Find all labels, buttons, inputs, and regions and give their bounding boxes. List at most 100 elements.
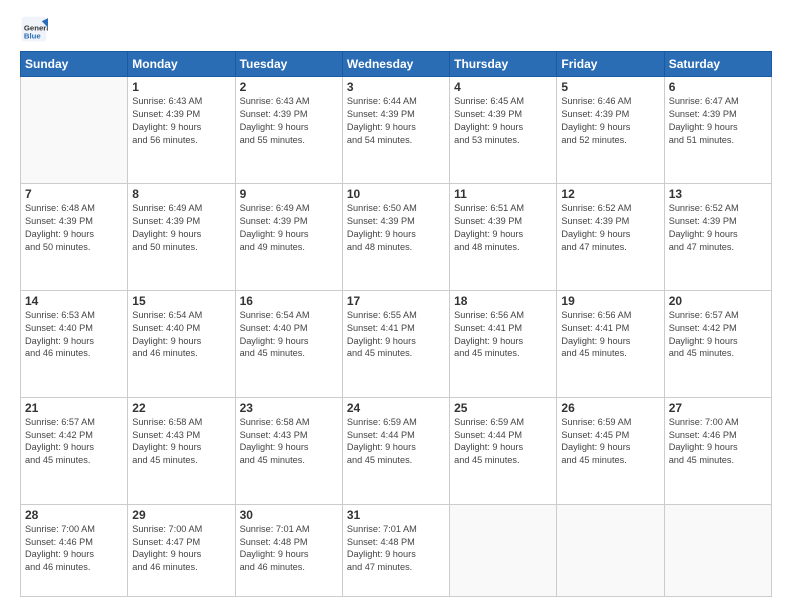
- daylight-hours: Daylight: 9 hours: [669, 228, 767, 241]
- daylight-minutes: and 48 minutes.: [347, 241, 445, 254]
- day-number: 18: [454, 294, 552, 308]
- logo-icon: General Blue: [20, 15, 48, 43]
- sunset-text: Sunset: 4:42 PM: [25, 429, 123, 442]
- day-number: 6: [669, 80, 767, 94]
- daylight-hours: Daylight: 9 hours: [669, 335, 767, 348]
- daylight-hours: Daylight: 9 hours: [561, 335, 659, 348]
- sunrise-text: Sunrise: 6:59 AM: [347, 416, 445, 429]
- weekday-header-saturday: Saturday: [664, 52, 771, 77]
- daylight-minutes: and 47 minutes.: [561, 241, 659, 254]
- day-number: 30: [240, 508, 338, 522]
- daylight-minutes: and 45 minutes.: [240, 454, 338, 467]
- daylight-hours: Daylight: 9 hours: [347, 548, 445, 561]
- sunset-text: Sunset: 4:42 PM: [669, 322, 767, 335]
- calendar-cell: 1Sunrise: 6:43 AMSunset: 4:39 PMDaylight…: [128, 77, 235, 184]
- sunset-text: Sunset: 4:39 PM: [669, 108, 767, 121]
- day-number: 22: [132, 401, 230, 415]
- sunrise-text: Sunrise: 6:53 AM: [25, 309, 123, 322]
- sunrise-text: Sunrise: 6:57 AM: [25, 416, 123, 429]
- calendar-cell: 21Sunrise: 6:57 AMSunset: 4:42 PMDayligh…: [21, 397, 128, 504]
- sunrise-text: Sunrise: 7:00 AM: [669, 416, 767, 429]
- daylight-hours: Daylight: 9 hours: [132, 335, 230, 348]
- sunset-text: Sunset: 4:43 PM: [132, 429, 230, 442]
- daylight-hours: Daylight: 9 hours: [25, 228, 123, 241]
- sunrise-text: Sunrise: 6:59 AM: [454, 416, 552, 429]
- daylight-minutes: and 45 minutes.: [561, 347, 659, 360]
- daylight-minutes: and 45 minutes.: [669, 454, 767, 467]
- sunrise-text: Sunrise: 6:57 AM: [669, 309, 767, 322]
- sunset-text: Sunset: 4:40 PM: [240, 322, 338, 335]
- calendar-cell: 27Sunrise: 7:00 AMSunset: 4:46 PMDayligh…: [664, 397, 771, 504]
- calendar-cell: 13Sunrise: 6:52 AMSunset: 4:39 PMDayligh…: [664, 183, 771, 290]
- sunrise-text: Sunrise: 6:55 AM: [347, 309, 445, 322]
- calendar-cell: 12Sunrise: 6:52 AMSunset: 4:39 PMDayligh…: [557, 183, 664, 290]
- daylight-minutes: and 45 minutes.: [454, 347, 552, 360]
- day-number: 29: [132, 508, 230, 522]
- calendar-cell: 25Sunrise: 6:59 AMSunset: 4:44 PMDayligh…: [450, 397, 557, 504]
- calendar-cell: 10Sunrise: 6:50 AMSunset: 4:39 PMDayligh…: [342, 183, 449, 290]
- day-number: 23: [240, 401, 338, 415]
- sunset-text: Sunset: 4:39 PM: [240, 108, 338, 121]
- sunset-text: Sunset: 4:39 PM: [132, 108, 230, 121]
- daylight-hours: Daylight: 9 hours: [347, 228, 445, 241]
- calendar-table: SundayMondayTuesdayWednesdayThursdayFrid…: [20, 51, 772, 597]
- sunrise-text: Sunrise: 7:00 AM: [132, 523, 230, 536]
- sunset-text: Sunset: 4:41 PM: [347, 322, 445, 335]
- calendar-cell: 19Sunrise: 6:56 AMSunset: 4:41 PMDayligh…: [557, 290, 664, 397]
- day-number: 12: [561, 187, 659, 201]
- day-number: 4: [454, 80, 552, 94]
- day-number: 17: [347, 294, 445, 308]
- sunset-text: Sunset: 4:39 PM: [347, 215, 445, 228]
- sunset-text: Sunset: 4:47 PM: [132, 536, 230, 549]
- daylight-hours: Daylight: 9 hours: [454, 121, 552, 134]
- sunrise-text: Sunrise: 7:01 AM: [240, 523, 338, 536]
- sunset-text: Sunset: 4:39 PM: [454, 108, 552, 121]
- daylight-hours: Daylight: 9 hours: [454, 228, 552, 241]
- sunrise-text: Sunrise: 7:01 AM: [347, 523, 445, 536]
- sunrise-text: Sunrise: 6:52 AM: [561, 202, 659, 215]
- sunrise-text: Sunrise: 6:48 AM: [25, 202, 123, 215]
- weekday-header-tuesday: Tuesday: [235, 52, 342, 77]
- day-number: 27: [669, 401, 767, 415]
- calendar-cell: [450, 504, 557, 596]
- sunrise-text: Sunrise: 6:51 AM: [454, 202, 552, 215]
- daylight-minutes: and 46 minutes.: [25, 347, 123, 360]
- daylight-hours: Daylight: 9 hours: [240, 441, 338, 454]
- weekday-header-thursday: Thursday: [450, 52, 557, 77]
- day-number: 10: [347, 187, 445, 201]
- calendar-cell: 2Sunrise: 6:43 AMSunset: 4:39 PMDaylight…: [235, 77, 342, 184]
- sunrise-text: Sunrise: 6:54 AM: [240, 309, 338, 322]
- weekday-header-friday: Friday: [557, 52, 664, 77]
- sunrise-text: Sunrise: 6:54 AM: [132, 309, 230, 322]
- daylight-hours: Daylight: 9 hours: [25, 441, 123, 454]
- sunrise-text: Sunrise: 6:52 AM: [669, 202, 767, 215]
- sunset-text: Sunset: 4:46 PM: [669, 429, 767, 442]
- calendar-cell: 16Sunrise: 6:54 AMSunset: 4:40 PMDayligh…: [235, 290, 342, 397]
- sunrise-text: Sunrise: 6:43 AM: [240, 95, 338, 108]
- day-number: 26: [561, 401, 659, 415]
- sunset-text: Sunset: 4:39 PM: [454, 215, 552, 228]
- calendar-cell: 23Sunrise: 6:58 AMSunset: 4:43 PMDayligh…: [235, 397, 342, 504]
- weekday-header-sunday: Sunday: [21, 52, 128, 77]
- sunset-text: Sunset: 4:39 PM: [561, 108, 659, 121]
- day-number: 11: [454, 187, 552, 201]
- page: General Blue SundayMondayTuesdayWednesda…: [0, 0, 792, 612]
- day-number: 20: [669, 294, 767, 308]
- daylight-minutes: and 45 minutes.: [132, 454, 230, 467]
- daylight-hours: Daylight: 9 hours: [561, 441, 659, 454]
- calendar-cell: 15Sunrise: 6:54 AMSunset: 4:40 PMDayligh…: [128, 290, 235, 397]
- daylight-hours: Daylight: 9 hours: [561, 228, 659, 241]
- daylight-minutes: and 55 minutes.: [240, 134, 338, 147]
- daylight-hours: Daylight: 9 hours: [132, 228, 230, 241]
- sunrise-text: Sunrise: 6:50 AM: [347, 202, 445, 215]
- sunrise-text: Sunrise: 6:49 AM: [132, 202, 230, 215]
- daylight-hours: Daylight: 9 hours: [132, 441, 230, 454]
- sunset-text: Sunset: 4:45 PM: [561, 429, 659, 442]
- sunrise-text: Sunrise: 6:46 AM: [561, 95, 659, 108]
- sunrise-text: Sunrise: 6:58 AM: [132, 416, 230, 429]
- daylight-hours: Daylight: 9 hours: [240, 335, 338, 348]
- daylight-hours: Daylight: 9 hours: [561, 121, 659, 134]
- calendar-cell: [21, 77, 128, 184]
- calendar-cell: [557, 504, 664, 596]
- sunrise-text: Sunrise: 7:00 AM: [25, 523, 123, 536]
